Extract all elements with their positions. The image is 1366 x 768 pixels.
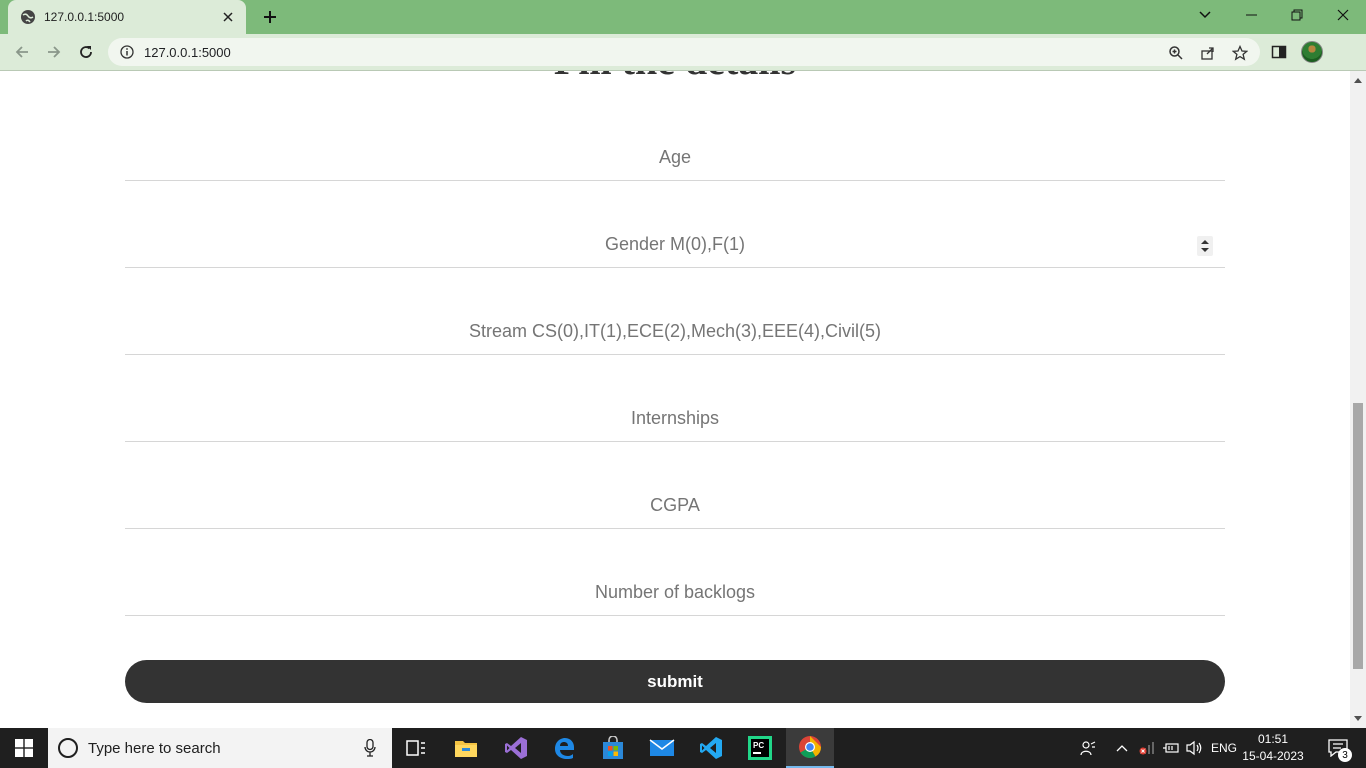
- internships-field[interactable]: [125, 396, 1225, 442]
- page-viewport: Fill the details submit: [0, 71, 1350, 728]
- windows-start-button[interactable]: [0, 728, 48, 768]
- url-text[interactable]: 127.0.0.1:5000: [144, 45, 231, 60]
- side-panel-icon[interactable]: [1268, 41, 1290, 63]
- notification-count-badge: 3: [1338, 748, 1352, 762]
- taskbar-search-box[interactable]: Type here to search: [48, 728, 392, 768]
- tab-search-icon[interactable]: [1182, 0, 1228, 30]
- bookmark-star-icon[interactable]: [1230, 44, 1250, 62]
- globe-icon: [20, 9, 36, 25]
- profile-avatar[interactable]: [1301, 41, 1323, 63]
- zoom-icon[interactable]: [1166, 44, 1186, 62]
- battery-power-icon[interactable]: [1160, 728, 1182, 768]
- notification-center-icon[interactable]: 3: [1318, 728, 1358, 768]
- number-spinner-icon[interactable]: [1197, 236, 1213, 256]
- close-tab-icon[interactable]: [220, 9, 236, 25]
- age-field[interactable]: [125, 135, 1225, 181]
- address-bar[interactable]: 127.0.0.1:5000: [108, 38, 1260, 66]
- windows-taskbar: Type here to search PC ENG 01:51 15-04-2…: [0, 728, 1366, 768]
- backlogs-input[interactable]: [125, 570, 1225, 615]
- share-icon[interactable]: [1198, 44, 1218, 62]
- age-input[interactable]: [125, 135, 1225, 180]
- svg-text:PC: PC: [753, 741, 764, 750]
- gender-field[interactable]: [125, 222, 1225, 268]
- browser-tab[interactable]: 127.0.0.1:5000: [8, 0, 246, 34]
- people-icon[interactable]: [1076, 728, 1100, 768]
- forward-button[interactable]: [40, 39, 68, 65]
- tab-title: 127.0.0.1:5000: [44, 10, 125, 24]
- search-icon: [58, 738, 78, 758]
- microsoft-store-icon[interactable]: [589, 728, 637, 768]
- volume-icon[interactable]: [1184, 728, 1206, 768]
- mail-icon[interactable]: [638, 728, 686, 768]
- reload-button[interactable]: [72, 39, 100, 65]
- page-scrollbar[interactable]: [1350, 71, 1366, 728]
- language-label: ENG: [1210, 741, 1237, 755]
- gender-input[interactable]: [125, 222, 1225, 267]
- chrome-icon[interactable]: [786, 728, 834, 768]
- new-tab-button[interactable]: [258, 6, 282, 28]
- clock-date: 15-04-2023: [1242, 749, 1304, 763]
- internships-input[interactable]: [125, 396, 1225, 441]
- network-warning-icon[interactable]: [1136, 728, 1158, 768]
- system-clock[interactable]: 01:51 15-04-2023: [1240, 731, 1306, 765]
- browser-toolbar: 127.0.0.1:5000: [0, 34, 1366, 71]
- backlogs-field[interactable]: [125, 570, 1225, 616]
- stream-input[interactable]: [125, 309, 1225, 354]
- clock-time: 01:51: [1257, 732, 1289, 746]
- stream-field[interactable]: [125, 309, 1225, 355]
- pycharm-icon[interactable]: PC: [736, 728, 784, 768]
- page-heading: Fill the details: [0, 71, 1350, 84]
- microphone-icon[interactable]: [360, 738, 380, 758]
- file-explorer-icon[interactable]: [442, 728, 490, 768]
- windows-logo-icon: [15, 739, 33, 757]
- site-info-icon[interactable]: [118, 43, 136, 61]
- edge-icon[interactable]: [540, 728, 588, 768]
- close-window-button[interactable]: [1320, 0, 1366, 30]
- minimize-button[interactable]: [1228, 0, 1274, 30]
- chevron-up-icon[interactable]: [1112, 728, 1132, 768]
- scroll-up-arrow-icon[interactable]: [1350, 73, 1366, 87]
- task-view-icon[interactable]: [392, 728, 440, 768]
- cgpa-field[interactable]: [125, 483, 1225, 529]
- visual-studio-icon[interactable]: [492, 728, 540, 768]
- back-button[interactable]: [8, 39, 36, 65]
- restore-button[interactable]: [1274, 0, 1320, 30]
- scroll-thumb[interactable]: [1353, 403, 1363, 669]
- vscode-icon[interactable]: [687, 728, 735, 768]
- language-indicator[interactable]: ENG: [1208, 728, 1240, 768]
- submit-button[interactable]: submit: [125, 660, 1225, 703]
- scroll-down-arrow-icon[interactable]: [1350, 712, 1366, 726]
- browser-tabbar: 127.0.0.1:5000: [0, 0, 1366, 34]
- cgpa-input[interactable]: [125, 483, 1225, 528]
- search-placeholder: Type here to search: [88, 739, 221, 757]
